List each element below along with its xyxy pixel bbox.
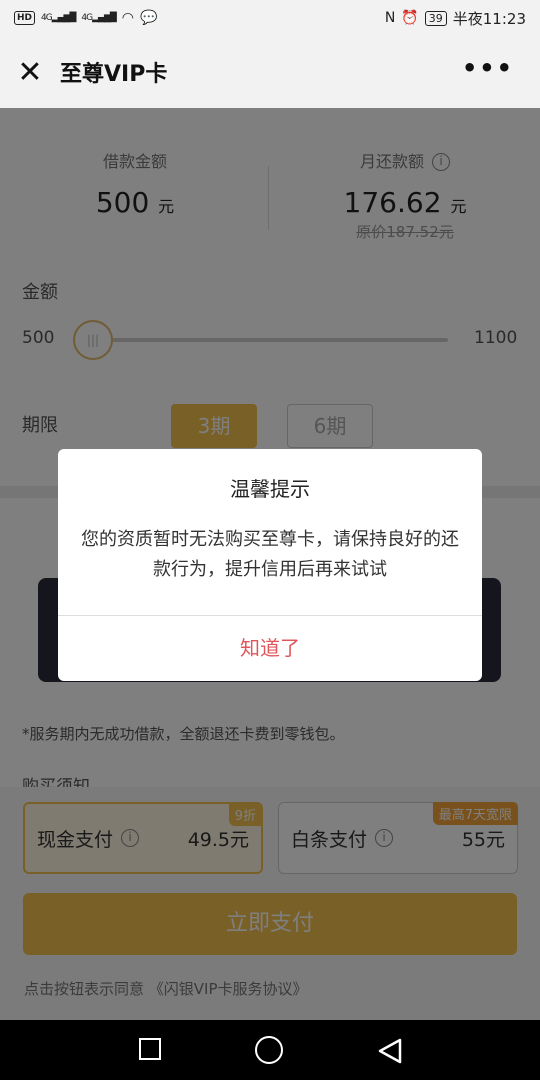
status-left: HD 4G▂▄▆█ 4G▂▄▆█ ◠ 💬: [14, 10, 157, 26]
network-label-2: 4G: [81, 13, 93, 23]
system-nav-bar: [0, 1020, 540, 1080]
dialog-confirm-button[interactable]: 知道了: [58, 616, 482, 681]
close-icon[interactable]: ✕: [0, 55, 60, 90]
signal-icon: 4G▂▄▆█: [41, 13, 76, 23]
dialog-message: 您的资质暂时无法购买至尊卡，请保持良好的还款行为，提升信用后再来试试: [81, 529, 459, 580]
wifi-icon: ◠: [121, 10, 135, 26]
nfc-icon: N: [384, 10, 396, 26]
app-header: ✕ 至尊VIP卡 •••: [0, 36, 540, 108]
back-icon[interactable]: [376, 1038, 406, 1064]
status-right: N ⏰ 39 半夜11:23: [385, 8, 526, 29]
signal-icon-2: 4G▂▄▆█: [81, 13, 116, 23]
dialog-title: 温馨提示: [230, 477, 310, 501]
battery-icon: 39: [424, 10, 447, 26]
status-bar: HD 4G▂▄▆█ 4G▂▄▆█ ◠ 💬 N ⏰ 39 半夜11:23: [0, 0, 540, 36]
home-icon[interactable]: [255, 1036, 283, 1064]
page-title: 至尊VIP卡: [60, 62, 168, 87]
more-icon[interactable]: •••: [462, 54, 514, 82]
hd-badge: HD: [14, 11, 36, 25]
alert-dialog: 温馨提示 您的资质暂时无法购买至尊卡，请保持良好的还款行为，提升信用后再来试试 …: [58, 449, 482, 681]
wechat-icon: 💬: [140, 10, 158, 26]
alarm-icon: ⏰: [401, 10, 419, 26]
recent-apps-icon[interactable]: [139, 1038, 161, 1060]
status-time: 半夜11:23: [452, 9, 526, 28]
network-label-1: 4G: [41, 13, 53, 23]
